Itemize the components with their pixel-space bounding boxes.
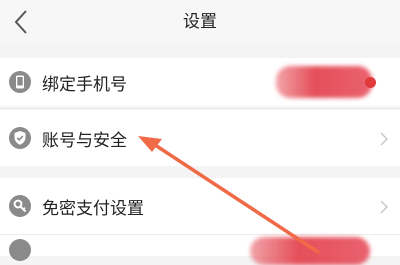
settings-row-password-free-payment[interactable]: 免密支付设置 — [0, 178, 400, 234]
key-icon — [9, 195, 31, 217]
settings-row-account-security[interactable]: 账号与安全 — [0, 110, 400, 166]
chevron-right-icon — [380, 200, 389, 214]
red-dot-badge — [365, 77, 376, 88]
phone-icon — [9, 71, 31, 93]
redacted-value — [276, 66, 372, 98]
row-icon — [9, 239, 31, 261]
settings-row-label: 账号与安全 — [42, 131, 127, 151]
settings-row-label: 免密支付设置 — [42, 199, 144, 219]
settings-row-bind-phone[interactable]: 绑定手机号 — [0, 58, 400, 106]
top-bar: 设置 — [0, 0, 400, 44]
settings-row-label: 绑定手机号 — [42, 75, 127, 95]
settings-row-partial[interactable] — [0, 235, 400, 265]
shield-check-icon — [9, 127, 31, 149]
redacted-value — [250, 237, 370, 265]
page-title: 设置 — [183, 12, 217, 32]
divider — [0, 108, 400, 109]
chevron-right-icon — [380, 132, 389, 146]
